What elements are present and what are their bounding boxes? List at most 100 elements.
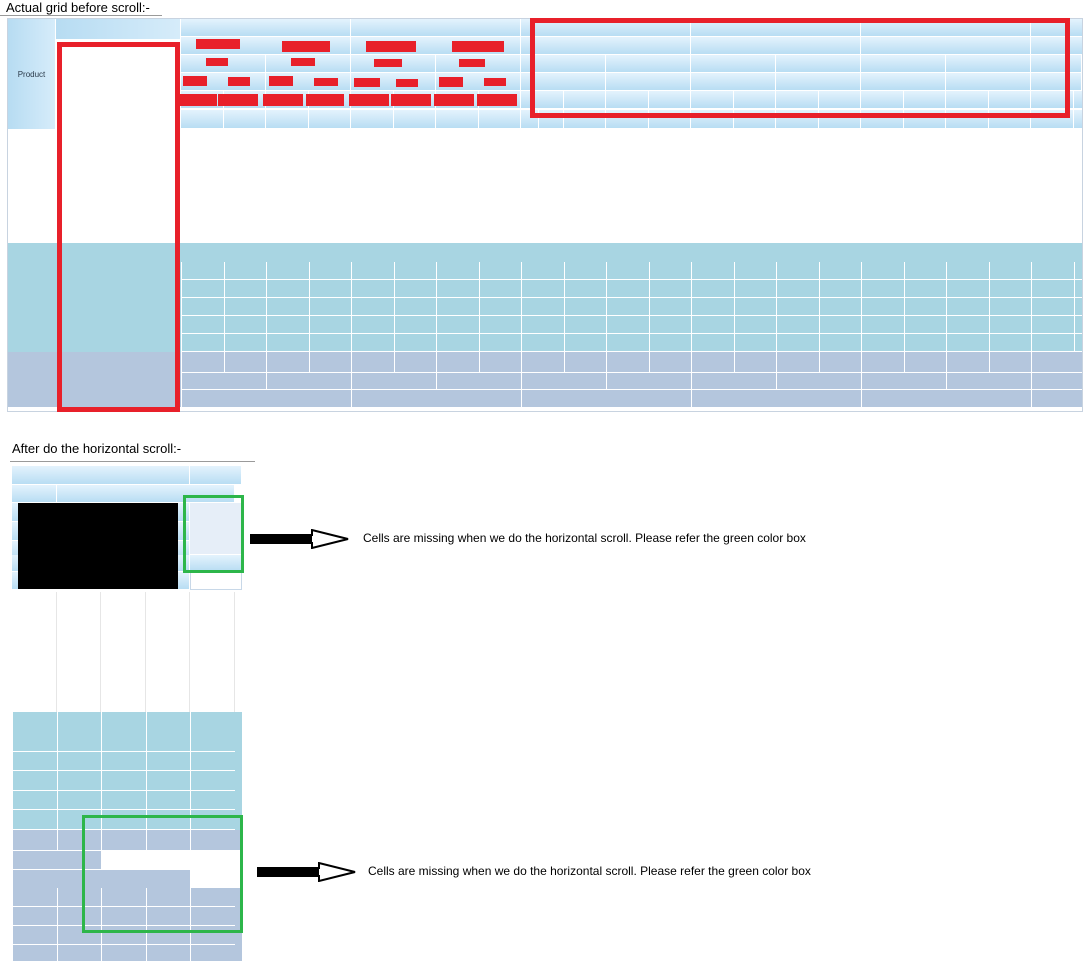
data-cell[interactable] [946, 224, 989, 243]
zero-cell[interactable] [521, 334, 564, 352]
zero-cell[interactable] [946, 334, 989, 352]
zero-cell[interactable] [190, 751, 235, 772]
data-cell[interactable] [266, 224, 309, 243]
zero-cell[interactable] [145, 790, 190, 811]
data-cell[interactable] [691, 205, 734, 224]
zero-cell[interactable] [478, 262, 521, 280]
data-cell[interactable] [819, 148, 862, 167]
data-cell[interactable] [776, 186, 819, 205]
data-cell[interactable] [309, 148, 352, 167]
data-cell[interactable] [734, 224, 777, 243]
zero-cell[interactable] [266, 262, 309, 280]
data-cell[interactable] [309, 205, 352, 224]
data-cell[interactable] [309, 167, 352, 186]
data-cell[interactable] [394, 186, 437, 205]
quad-sum-cell[interactable] [521, 389, 691, 407]
data-cell[interactable] [734, 129, 777, 148]
zero-cell[interactable] [56, 751, 101, 772]
sub-header-cell[interactable] [1073, 110, 1082, 129]
zero-cell[interactable] [190, 945, 235, 961]
data-cell[interactable] [904, 205, 947, 224]
zero-cell[interactable] [606, 334, 649, 352]
data-cell[interactable] [819, 205, 862, 224]
total-cell[interactable] [181, 243, 224, 262]
total-cell[interactable] [309, 243, 352, 262]
data-cell[interactable] [351, 224, 394, 243]
zero-cell[interactable] [1031, 280, 1074, 298]
data-cell[interactable] [691, 148, 734, 167]
total-cell[interactable] [649, 243, 692, 262]
zero-cell[interactable] [861, 298, 904, 316]
data-cell[interactable] [521, 186, 564, 205]
zero-cell[interactable] [308, 298, 351, 316]
data-cell[interactable] [436, 205, 479, 224]
pair-sum-cell[interactable] [521, 372, 606, 389]
zero-cell[interactable] [903, 262, 946, 280]
zero-cell[interactable] [946, 298, 989, 316]
data-cell[interactable] [351, 167, 394, 186]
data-cell[interactable] [12, 672, 57, 692]
zero-cell[interactable] [861, 280, 904, 298]
grand-total-cell[interactable] [308, 352, 352, 372]
pair-sum-cell[interactable] [266, 372, 351, 389]
zero-cell[interactable] [818, 334, 861, 352]
total-cell[interactable] [145, 712, 191, 732]
zero-cell[interactable] [351, 280, 394, 298]
pair-sum-cell[interactable] [691, 372, 776, 389]
zero-cell[interactable] [308, 280, 351, 298]
data-cell[interactable] [819, 224, 862, 243]
zero-cell[interactable] [12, 888, 57, 907]
quad-sum-cell[interactable] [351, 389, 521, 407]
date-header[interactable] [351, 19, 521, 37]
zero-cell[interactable] [308, 334, 351, 352]
zero-cell[interactable] [393, 316, 436, 334]
data-cell[interactable] [521, 167, 564, 186]
data-cell[interactable] [224, 129, 267, 148]
data-cell[interactable] [691, 129, 734, 148]
zero-cell[interactable] [563, 298, 606, 316]
data-cell[interactable] [351, 205, 394, 224]
data-cell[interactable] [351, 186, 394, 205]
product-column-header[interactable]: Product [8, 19, 56, 129]
data-cell[interactable] [146, 632, 190, 652]
data-cell[interactable] [946, 129, 989, 148]
data-cell[interactable] [436, 129, 479, 148]
zero-cell[interactable] [223, 280, 266, 298]
grand-total-cell[interactable] [691, 352, 734, 372]
data-cell[interactable] [734, 148, 777, 167]
data-cell[interactable] [819, 167, 862, 186]
zero-cell[interactable] [436, 334, 479, 352]
data-cell[interactable] [904, 224, 947, 243]
data-cell[interactable] [946, 205, 989, 224]
zero-cell[interactable] [1031, 298, 1074, 316]
zero-cell[interactable] [101, 790, 146, 811]
zero-cell[interactable] [776, 334, 819, 352]
data-cell[interactable] [101, 612, 146, 632]
grand-total-cell[interactable] [563, 352, 607, 372]
zero-cell[interactable] [861, 262, 904, 280]
zero-cell[interactable] [988, 298, 1031, 316]
zero-cell[interactable] [606, 298, 649, 316]
total-cell[interactable] [734, 243, 777, 262]
grand-total-cell[interactable] [478, 352, 522, 372]
data-cell[interactable] [190, 672, 235, 692]
zero-cell[interactable] [521, 316, 564, 334]
data-cell[interactable] [266, 186, 309, 205]
data-cell[interactable] [946, 186, 989, 205]
data-cell[interactable] [691, 224, 734, 243]
grand-total-cell[interactable] [266, 352, 309, 372]
data-cell[interactable] [181, 224, 224, 243]
zero-cell[interactable] [308, 316, 351, 334]
data-cell[interactable] [521, 129, 564, 148]
header-cell[interactable] [190, 466, 242, 485]
data-cell[interactable] [12, 632, 57, 652]
zero-cell[interactable] [101, 751, 146, 772]
total-cell[interactable] [56, 712, 102, 732]
zero-cell[interactable] [12, 771, 57, 791]
data-cell[interactable] [1031, 167, 1074, 186]
zero-cell[interactable] [1073, 316, 1082, 334]
zero-cell[interactable] [988, 334, 1031, 352]
zero-cell[interactable] [563, 280, 606, 298]
data-cell[interactable] [479, 167, 522, 186]
zero-cell[interactable] [223, 334, 266, 352]
